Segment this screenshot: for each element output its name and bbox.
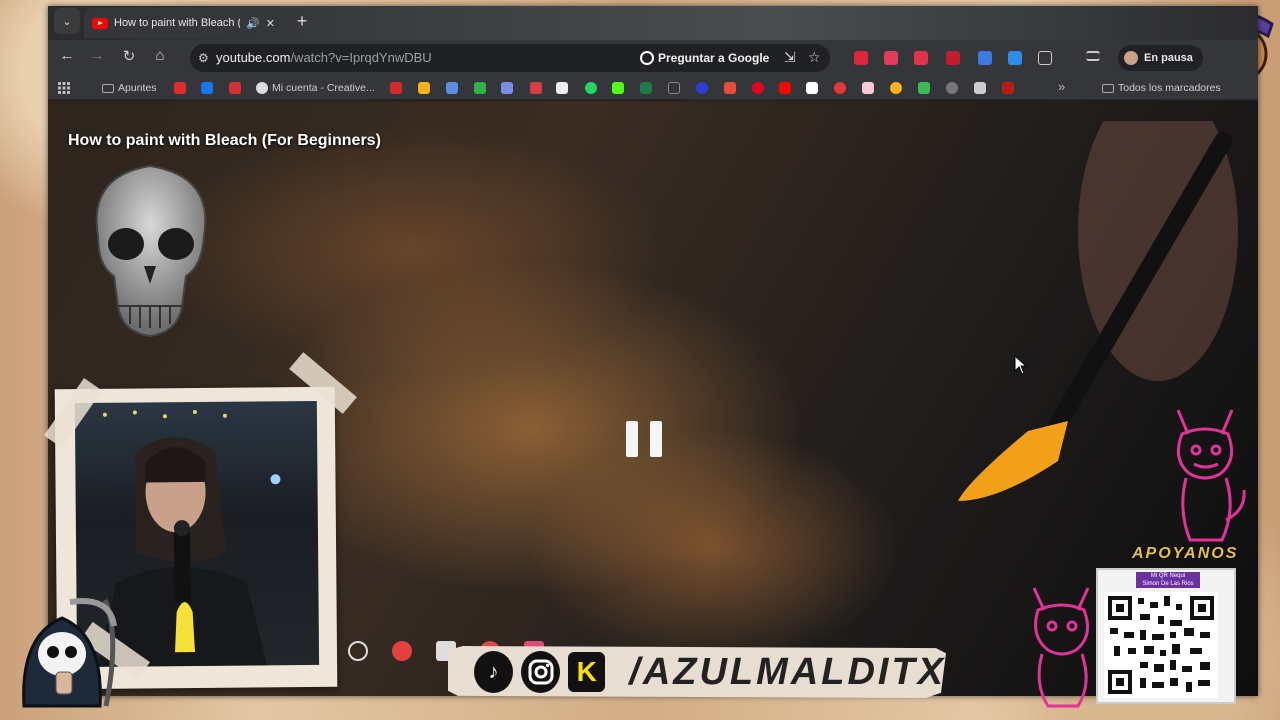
support-title: APOYANOS (1132, 545, 1239, 562)
tiktok-icon[interactable]: ♪ (474, 651, 514, 693)
avatar (1124, 51, 1138, 65)
reload-button[interactable]: ↻ (118, 47, 140, 65)
bookmark-icon[interactable] (390, 82, 402, 94)
bookmark-star-icon[interactable]: ☆ (808, 49, 821, 66)
site-info-icon[interactable]: ⚙ (198, 51, 212, 65)
facebook-icon[interactable] (201, 82, 213, 94)
streamer-handle: /AZULMALDITX (629, 650, 947, 693)
close-icon[interactable]: ✕ (266, 17, 275, 30)
tab-strip: ⌄ How to paint with Bleach (F 🔊 ✕ + (48, 6, 1258, 40)
speaker-icon[interactable]: 🔊 (246, 17, 260, 30)
tab-search-button[interactable]: ⌄ (54, 8, 80, 34)
video-title: How to paint with Bleach (For Beginners) (68, 132, 381, 149)
extensions-puzzle-icon[interactable] (1038, 51, 1052, 65)
ask-google-button[interactable]: Preguntar a Google (636, 47, 775, 69)
globe-icon (256, 82, 268, 94)
bookmark-folder-apuntes[interactable]: Apuntes (102, 81, 157, 95)
record-icon[interactable] (392, 641, 412, 661)
extension-icon-2[interactable] (884, 51, 898, 65)
instagram-icon[interactable] (521, 651, 561, 693)
bookmark-icon[interactable] (834, 82, 846, 94)
address-bar[interactable]: ⚙ youtube.com/watch?v=IprqdYnwDBU Pregun… (190, 44, 830, 72)
bookmark-icon[interactable] (418, 82, 430, 94)
extension-icon-1[interactable] (854, 51, 868, 65)
reading-list-icon[interactable] (1086, 51, 1100, 61)
bookmark-icon[interactable] (806, 82, 818, 94)
extension-icon-3[interactable] (914, 51, 928, 65)
social-banner: ♪ K /AZULMALDITX (448, 646, 946, 698)
bookmark-icon[interactable] (640, 82, 652, 94)
grim-reaper-sticker (22, 598, 117, 708)
install-app-icon[interactable]: ⇲ (784, 49, 796, 66)
kick-icon[interactable] (612, 82, 624, 94)
skull-reference-image (95, 164, 207, 338)
folder-icon (102, 83, 114, 93)
pause-icon[interactable] (624, 419, 664, 459)
forward-button[interactable]: → (86, 47, 108, 64)
youtube-icon[interactable] (779, 82, 791, 94)
new-tab-button[interactable]: + (291, 10, 313, 32)
mouse-cursor-icon (1014, 355, 1028, 375)
bookmark-icon[interactable] (229, 82, 241, 94)
profile-button[interactable]: En pausa (1118, 45, 1203, 71)
google-lens-icon (640, 51, 654, 65)
tab-active[interactable]: How to paint with Bleach (F 🔊 ✕ (84, 8, 284, 38)
devil-sticker (1032, 587, 1090, 708)
bookmark-icon[interactable] (556, 82, 568, 94)
pinterest-icon[interactable] (752, 82, 764, 94)
bookmark-icon[interactable] (918, 82, 930, 94)
bookmarks-bar: Apuntes Mi cuenta - Creative... » Todos … (48, 76, 1258, 100)
qr-code[interactable] (1104, 592, 1218, 698)
bookmark-folder-all[interactable]: Todos los marcadores (1102, 81, 1221, 95)
bookmark-icon[interactable] (890, 82, 902, 94)
bookmark-icon[interactable] (1002, 82, 1014, 94)
bookmark-icon[interactable] (946, 82, 958, 94)
profile-status: En pausa (1144, 52, 1193, 64)
bookmark-icon[interactable] (446, 82, 458, 94)
back-button[interactable]: ← (56, 47, 78, 64)
search-icon[interactable] (348, 641, 368, 661)
ask-google-label: Preguntar a Google (658, 51, 770, 65)
bookmark-icon[interactable] (862, 82, 874, 94)
bookmarks-overflow-button[interactable]: » (1058, 79, 1065, 94)
tab-title: How to paint with Bleach (F (114, 17, 240, 29)
youtube-icon (92, 17, 108, 29)
home-button[interactable]: ⌂ (149, 47, 171, 64)
bookmark-icon[interactable] (501, 82, 513, 94)
kick-icon[interactable]: K (568, 652, 606, 692)
bookmark-creative[interactable]: Mi cuenta - Creative... (256, 81, 375, 95)
bookmark-icon[interactable] (974, 82, 986, 94)
devil-sticker (1176, 409, 1246, 542)
bookmark-icon[interactable] (474, 82, 486, 94)
extension-icon-4[interactable] (946, 51, 960, 65)
cloud-icon[interactable] (1008, 51, 1022, 65)
bookmark-icon[interactable] (668, 82, 680, 94)
folder-icon (1102, 83, 1114, 93)
bookmark-icon[interactable] (174, 82, 186, 94)
whatsapp-icon[interactable] (585, 82, 597, 94)
chevron-down-icon: ⌄ (62, 15, 72, 28)
bookmark-icon[interactable] (696, 82, 708, 94)
browser-toolbar: ← → ↻ ⌂ ⚙ youtube.com/watch?v=IprqdYnwDB… (48, 40, 1258, 76)
url-text: youtube.com/watch?v=IprqdYnwDBU (216, 50, 432, 65)
translate-icon[interactable] (978, 51, 992, 65)
qr-label: Mi QR Nequi Simon De Las Rios (1136, 572, 1200, 588)
bookmark-icon[interactable] (724, 82, 736, 94)
apps-grid-icon[interactable] (58, 81, 70, 95)
bookmark-icon[interactable] (530, 82, 542, 94)
